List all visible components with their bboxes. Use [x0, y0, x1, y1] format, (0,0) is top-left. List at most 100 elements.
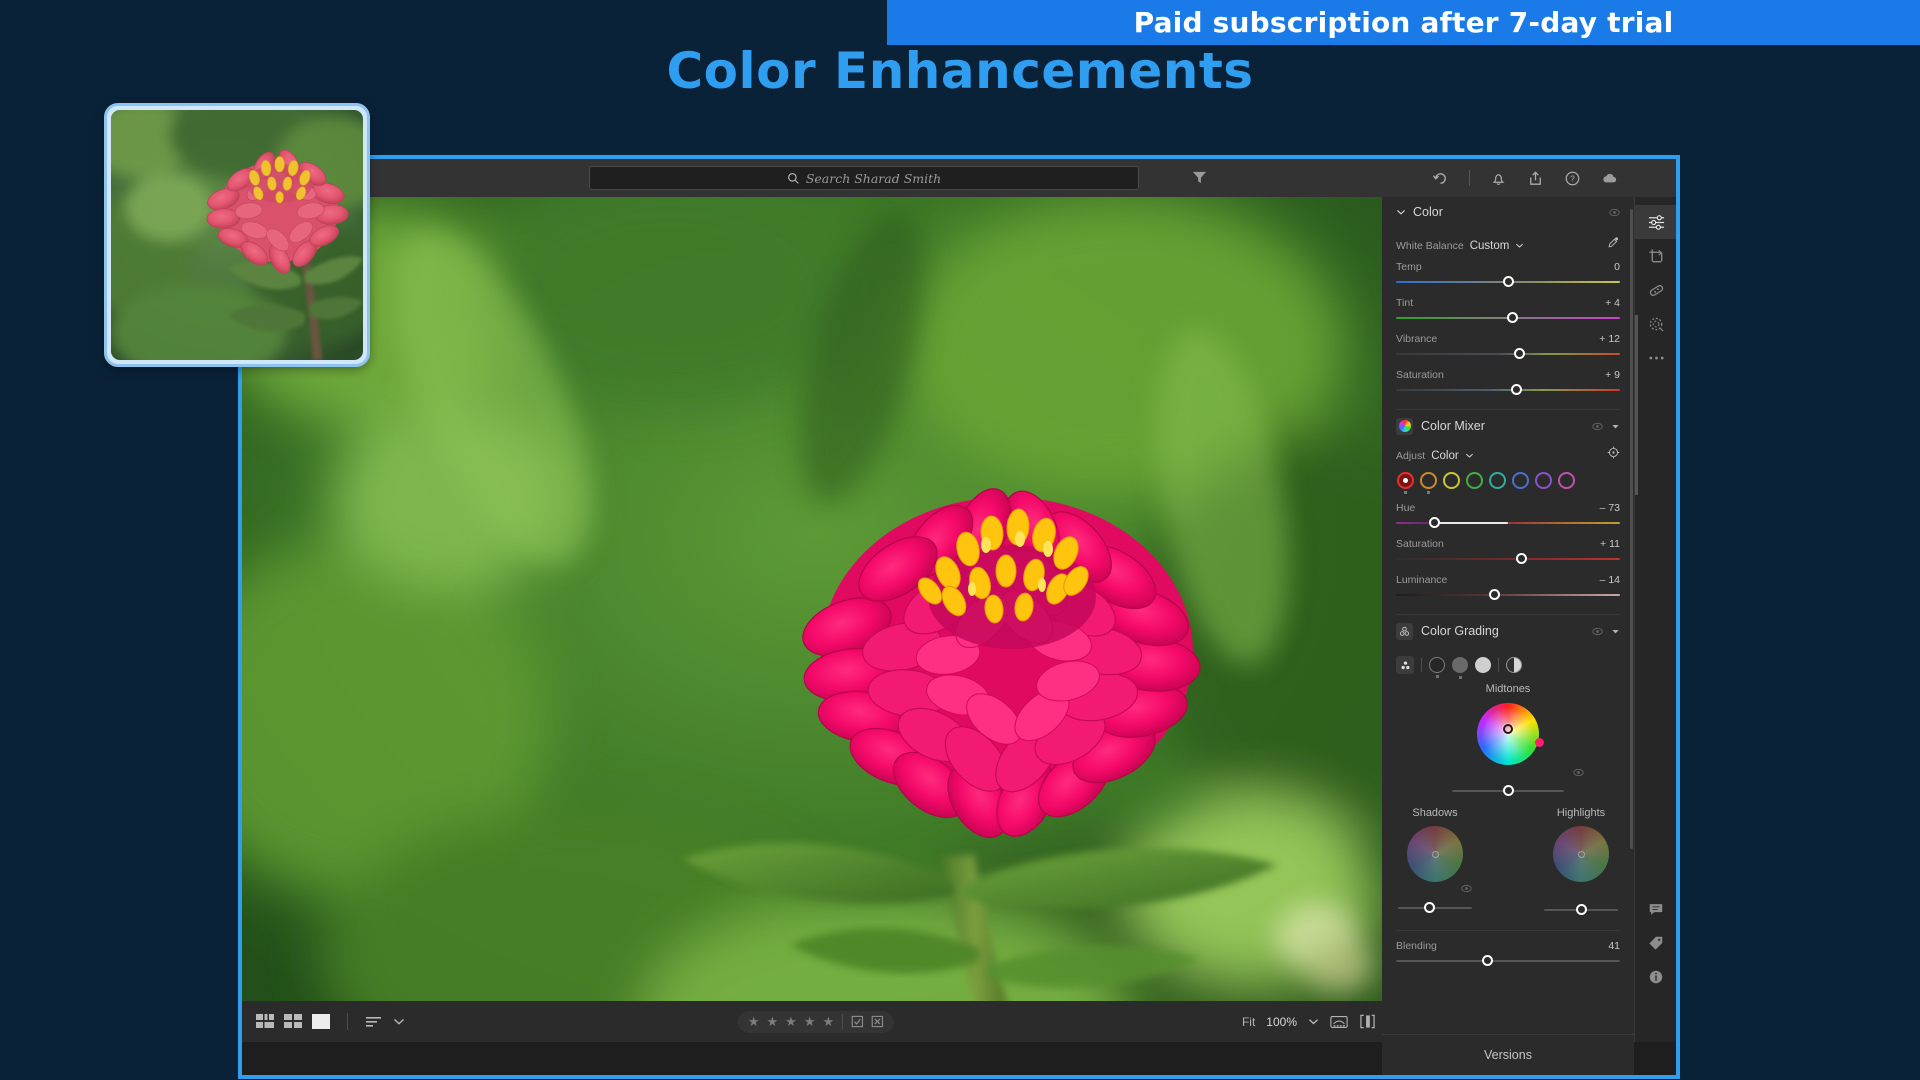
shadows-slider-handle[interactable]	[1423, 902, 1435, 913]
zoom-percent-value[interactable]: 100%	[1266, 1015, 1297, 1029]
single-photo-view-icon[interactable]	[312, 1014, 330, 1029]
edit-sliders-icon[interactable]	[1635, 205, 1676, 239]
highlights-wheel-cursor[interactable]	[1577, 850, 1585, 858]
chevron-down-icon[interactable]	[1515, 242, 1524, 249]
targeted-adjustment-icon[interactable]	[1607, 446, 1620, 459]
highlights-slider-handle[interactable]	[1575, 904, 1587, 915]
white-balance-row[interactable]: White Balance Custom	[1396, 236, 1620, 252]
vibrance-slider[interactable]	[1396, 348, 1620, 360]
mixer-luminance-slider[interactable]	[1396, 589, 1620, 601]
saturation-slider[interactable]	[1396, 384, 1620, 396]
mixer-saturation-slider[interactable]	[1396, 553, 1620, 565]
chevron-down-icon[interactable]	[393, 1014, 405, 1029]
filter-icon[interactable]	[1192, 170, 1207, 185]
midtones-wheel-cursor[interactable]	[1503, 724, 1513, 735]
star-4[interactable]: ★	[804, 1015, 816, 1028]
cloud-sync-icon[interactable]	[1601, 170, 1618, 187]
help-icon[interactable]: ?	[1564, 170, 1581, 187]
shadows-luminance-slider[interactable]	[1398, 902, 1472, 914]
highlights-wheel-icon[interactable]	[1475, 657, 1491, 673]
visibility-eye-icon[interactable]	[1609, 208, 1620, 217]
visibility-eye-icon[interactable]	[1592, 627, 1603, 636]
midtones-hue-dot[interactable]	[1535, 737, 1544, 747]
shadows-wheel-icon[interactable]	[1429, 657, 1445, 678]
panel-scrollbar[interactable]	[1630, 209, 1633, 849]
chevron-down-icon[interactable]	[1611, 423, 1620, 430]
grid-view-icon[interactable]	[284, 1014, 302, 1029]
before-thumbnail-card[interactable]	[104, 103, 370, 367]
swatch-magenta[interactable]	[1558, 472, 1575, 489]
photo-canvas[interactable]: ★ ★ ★ ★ ★ Fit 100%	[242, 197, 1390, 1042]
adjust-row[interactable]: Adjust Color	[1396, 446, 1620, 462]
mixer-saturation-slider-handle[interactable]	[1515, 553, 1527, 564]
midtones-luminance-slider[interactable]	[1452, 785, 1564, 797]
share-icon[interactable]	[1527, 170, 1544, 187]
rail-scrollbar[interactable]	[1635, 315, 1638, 495]
undo-icon[interactable]	[1432, 170, 1449, 187]
info-icon[interactable]	[1635, 960, 1676, 994]
tint-slider-handle[interactable]	[1506, 312, 1518, 323]
color-grading-header[interactable]: Color Grading	[1396, 615, 1620, 647]
star-rating[interactable]: ★ ★ ★ ★ ★	[748, 1015, 834, 1028]
visibility-eye-icon[interactable]	[1573, 768, 1584, 777]
search-input[interactable]: Search Sharad Smith	[589, 166, 1139, 190]
more-options-icon[interactable]	[1635, 341, 1676, 375]
midtones-slider-handle[interactable]	[1502, 785, 1514, 796]
midtones-wheel-icon[interactable]	[1452, 657, 1468, 679]
swatch-purple[interactable]	[1535, 472, 1552, 489]
temp-slider[interactable]	[1396, 276, 1620, 288]
swatch-blue[interactable]	[1512, 472, 1529, 489]
comments-icon[interactable]	[1635, 892, 1676, 926]
detail-grid-view-icon[interactable]	[256, 1014, 274, 1029]
blending-slider[interactable]	[1396, 955, 1620, 967]
swatch-aqua[interactable]	[1489, 472, 1506, 489]
mixer-luminance-slider-handle[interactable]	[1489, 589, 1501, 600]
visibility-eye-icon[interactable]	[1461, 884, 1472, 893]
color-mixer-header[interactable]: Color Mixer	[1396, 410, 1620, 442]
zoom-fit-label[interactable]: Fit	[1242, 1015, 1255, 1029]
search-icon	[787, 172, 799, 184]
midtones-color-wheel[interactable]	[1477, 703, 1544, 765]
blending-slider-handle[interactable]	[1482, 955, 1494, 966]
saturation-slider-handle[interactable]	[1511, 384, 1523, 395]
vibrance-slider-handle[interactable]	[1513, 348, 1525, 359]
chevron-down-icon[interactable]	[1396, 208, 1406, 216]
temp-slider-handle[interactable]	[1502, 276, 1514, 287]
adjust-value[interactable]: Color	[1431, 450, 1458, 462]
pick-flag-icon[interactable]	[851, 1015, 864, 1028]
chevron-down-icon[interactable]	[1611, 628, 1620, 635]
versions-bar[interactable]: Versions	[1382, 1034, 1634, 1075]
swatch-orange[interactable]	[1420, 472, 1437, 494]
chevron-down-icon[interactable]	[1465, 452, 1474, 459]
swatch-red[interactable]	[1397, 472, 1414, 494]
star-2[interactable]: ★	[767, 1015, 779, 1028]
eyedropper-icon[interactable]	[1607, 236, 1620, 249]
star-5[interactable]: ★	[822, 1015, 834, 1028]
healing-brush-icon[interactable]	[1635, 273, 1676, 307]
global-wheel-icon[interactable]	[1506, 657, 1522, 673]
highlights-color-wheel[interactable]	[1553, 826, 1609, 882]
before-after-compare-icon[interactable]	[1359, 1014, 1376, 1029]
sort-icon[interactable]	[365, 1014, 383, 1029]
swatch-yellow[interactable]	[1443, 472, 1460, 489]
shadows-wheel-cursor[interactable]	[1431, 850, 1439, 858]
star-3[interactable]: ★	[785, 1015, 797, 1028]
swatch-green[interactable]	[1466, 472, 1483, 489]
color-section-header[interactable]: Color	[1396, 197, 1620, 227]
mixer-hue-slider[interactable]	[1396, 517, 1620, 529]
crop-icon[interactable]	[1635, 239, 1676, 273]
reject-flag-icon[interactable]	[871, 1015, 884, 1028]
keyword-tag-icon[interactable]	[1635, 926, 1676, 960]
visibility-eye-icon[interactable]	[1592, 422, 1603, 431]
masking-icon[interactable]	[1635, 307, 1676, 341]
white-balance-value[interactable]: Custom	[1470, 240, 1510, 252]
mixer-hue-slider-handle[interactable]	[1428, 517, 1440, 528]
tint-slider[interactable]	[1396, 312, 1620, 324]
chevron-down-icon[interactable]	[1308, 1017, 1319, 1026]
shadows-color-wheel[interactable]	[1407, 826, 1463, 882]
filmstrip-icon[interactable]	[1330, 1015, 1348, 1029]
star-1[interactable]: ★	[748, 1015, 760, 1028]
notification-bell-icon[interactable]	[1490, 170, 1507, 187]
highlights-luminance-slider[interactable]	[1544, 904, 1618, 916]
three-way-wheels-icon[interactable]	[1396, 656, 1414, 674]
